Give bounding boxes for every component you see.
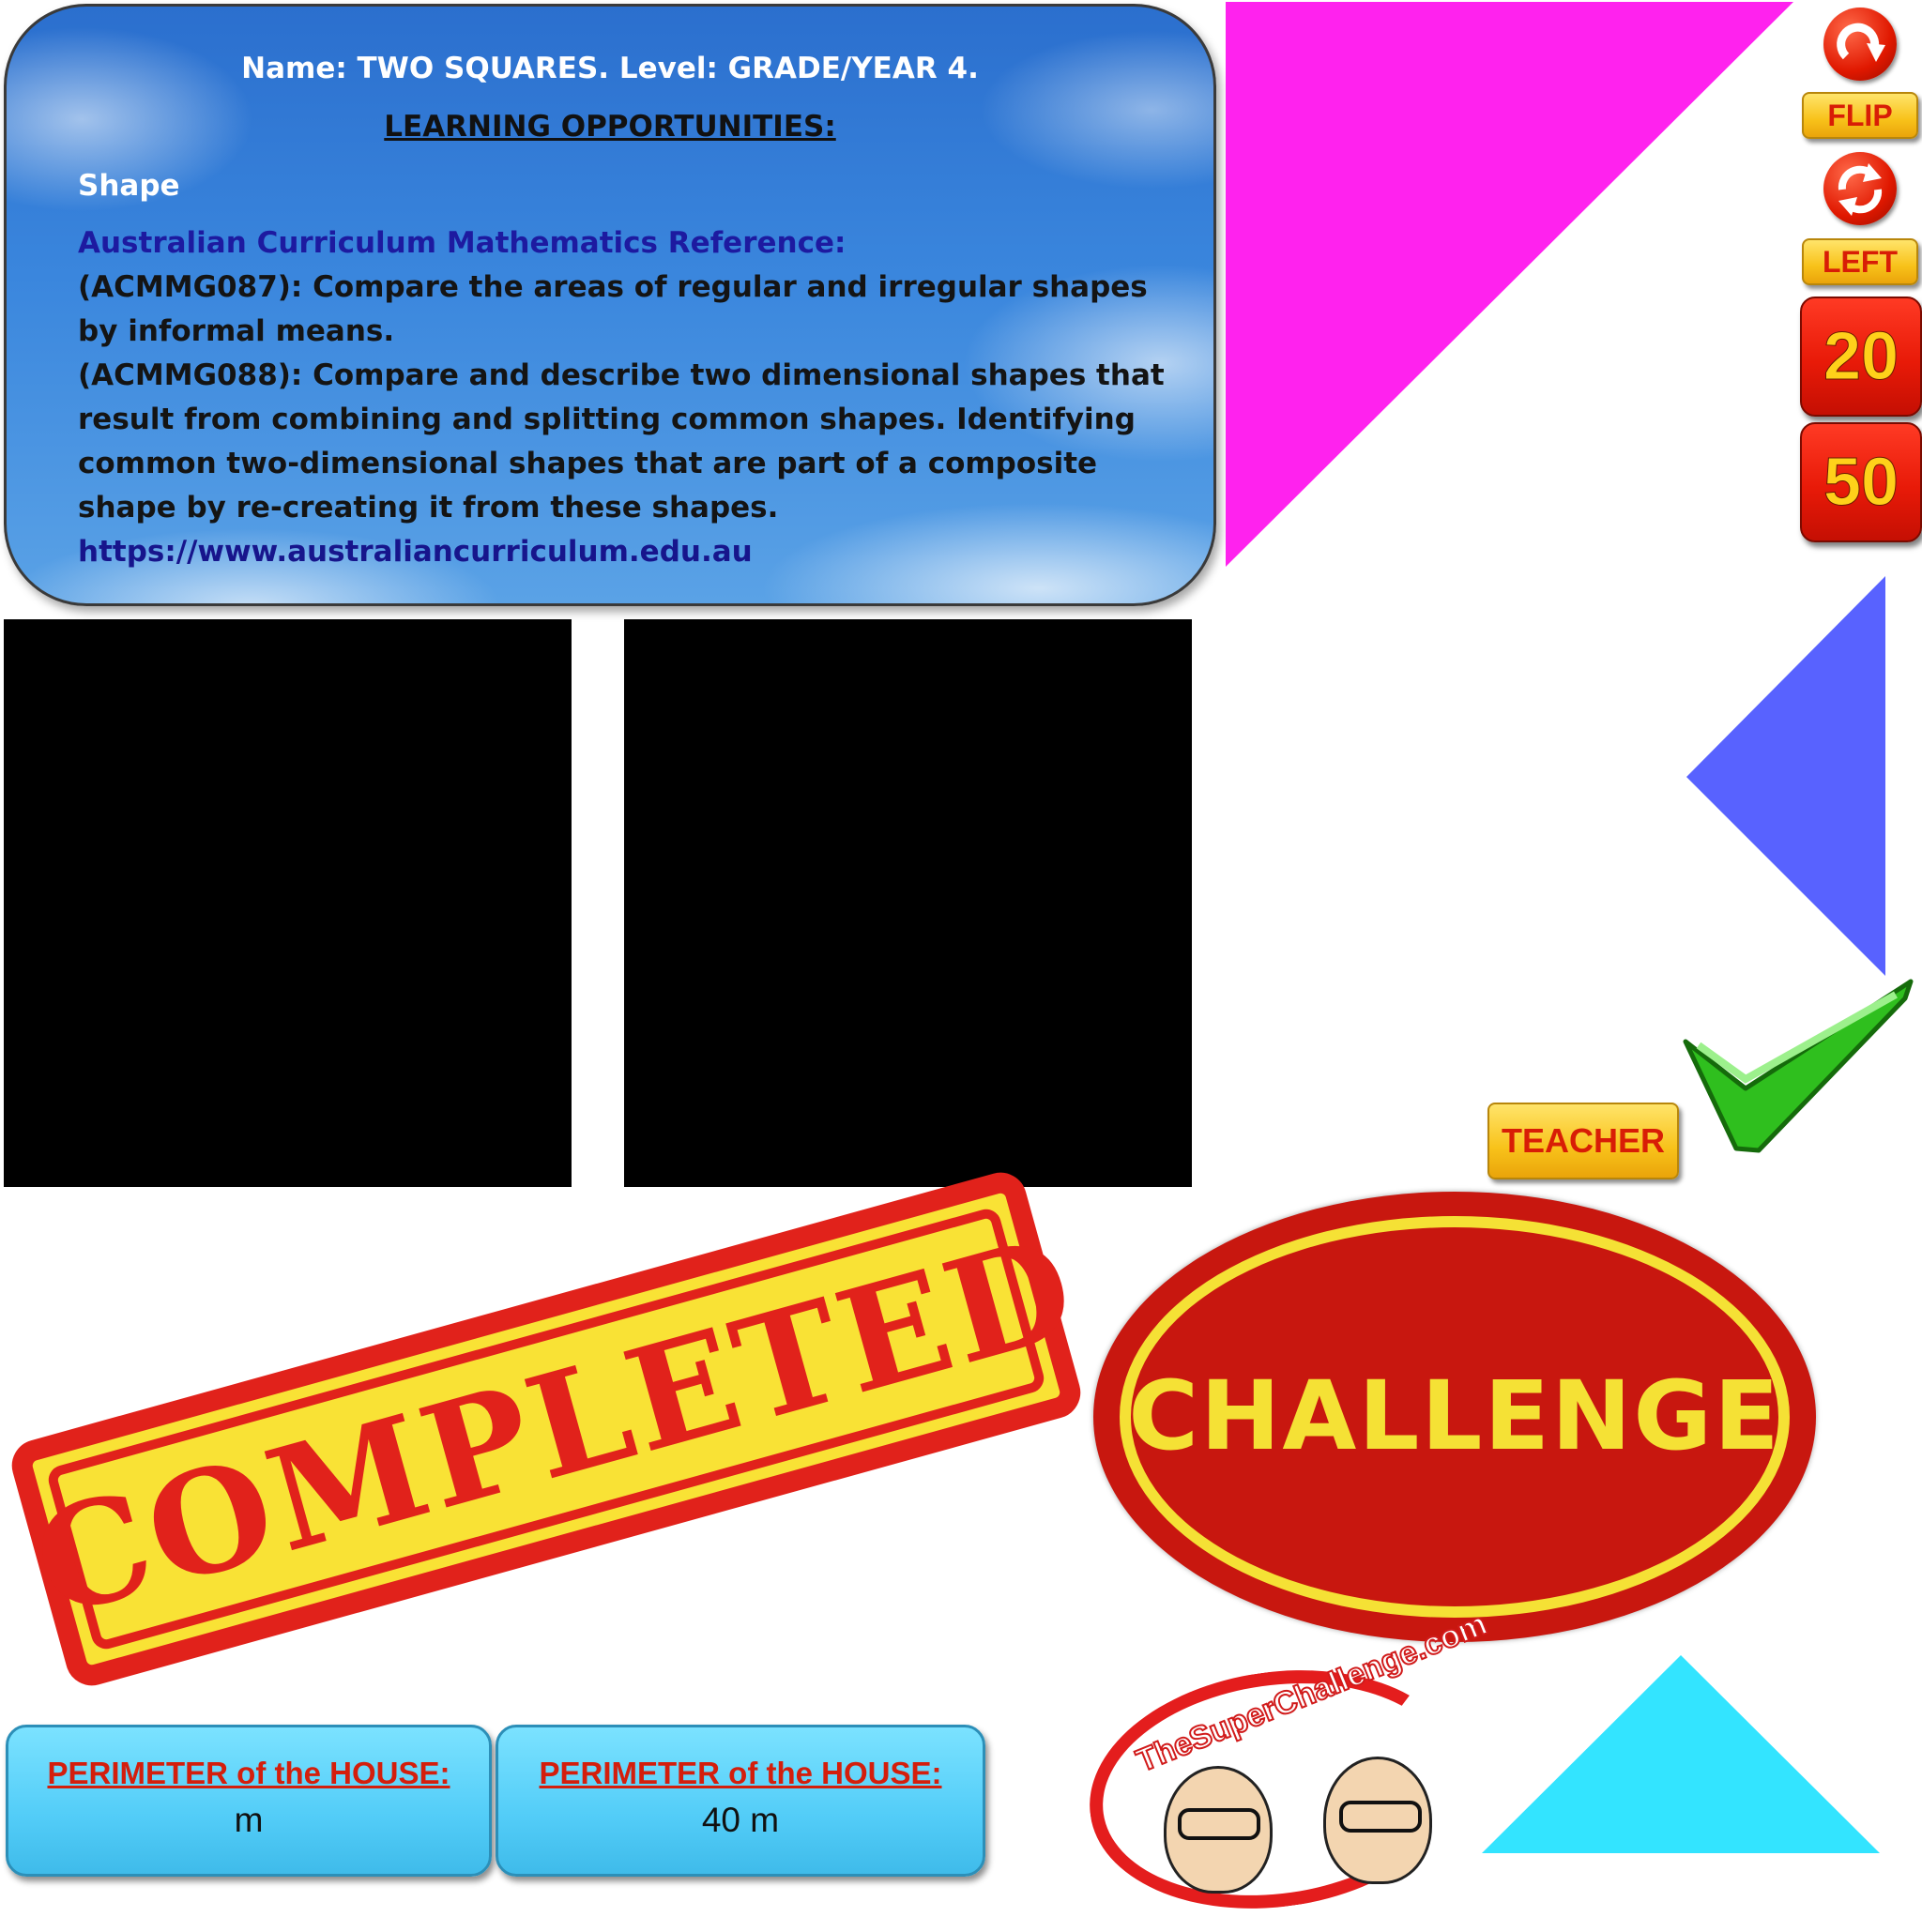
curriculum-paragraph-1: (ACMMG087): Compare the areas of regular… (78, 270, 1148, 348)
green-checkmark-icon[interactable] (1680, 976, 1914, 1154)
magenta-triangle-shape[interactable] (1226, 2, 1793, 567)
super-challenge-logo: TheSuperChallenge.com (1074, 1605, 1493, 1932)
rotate-left-icon-button[interactable] (1823, 152, 1897, 225)
curriculum-paragraph-2: (ACMMG088): Compare and describe two dim… (78, 358, 1165, 525)
challenge-stamp[interactable]: CHALLENGE (1093, 1192, 1816, 1642)
perimeter-label: PERIMETER of the HOUSE: (539, 1756, 942, 1790)
blue-triangle-piece[interactable] (1683, 576, 1889, 980)
teacher-button[interactable]: TEACHER (1487, 1103, 1679, 1179)
activity-title: Name: TWO SQUARES. Level: GRADE/YEAR 4. (241, 52, 979, 85)
flip-button[interactable]: FLIP (1802, 92, 1918, 139)
reference-heading: Australian Curriculum Mathematics Refere… (78, 226, 847, 260)
learning-opportunities-heading: LEARNING OPPORTUNITIES: (384, 110, 836, 144)
target-square-left[interactable] (4, 619, 572, 1187)
curriculum-link[interactable]: https://www.australiancurriculum.edu.au (78, 530, 1167, 574)
learning-info-panel: Name: TWO SQUARES. Level: GRADE/YEAR 4. … (4, 4, 1216, 606)
perimeter-input-value[interactable]: m (8, 1801, 489, 1840)
perimeter-solution-box: PERIMETER of the HOUSE: 40 m (496, 1725, 985, 1877)
perimeter-label: PERIMETER of the HOUSE: (47, 1756, 450, 1790)
blue-triangle-shape[interactable] (1686, 576, 1885, 976)
cyan-triangle-shape[interactable] (1482, 1655, 1880, 1853)
rotate-arrow-icon (1837, 23, 1885, 62)
flip-icon-button[interactable] (1823, 8, 1897, 81)
perimeter-answer-box[interactable]: PERIMETER of the HOUSE: m (6, 1725, 492, 1877)
rotate-20-button[interactable]: 20 (1800, 297, 1922, 417)
magenta-triangle-piece[interactable] (1226, 2, 1796, 569)
target-square-right[interactable] (624, 619, 1192, 1187)
rotate-left-button[interactable]: LEFT (1802, 238, 1918, 285)
cartoon-face-right (1323, 1757, 1432, 1884)
completed-stamp: COMPLETED (6, 1166, 1093, 1692)
perimeter-solution-value: 40 m (701, 1801, 780, 1839)
refresh-arrows-icon (1838, 163, 1883, 216)
curriculum-text: Shape Australian Curriculum Mathematics … (78, 164, 1167, 574)
challenge-text: CHALLENGE (1128, 1361, 1781, 1472)
cartoon-face-left (1164, 1766, 1273, 1894)
topic-label: Shape (78, 169, 180, 203)
cyan-triangle-piece[interactable] (1481, 1653, 1884, 1856)
rotate-50-button[interactable]: 50 (1800, 422, 1922, 542)
